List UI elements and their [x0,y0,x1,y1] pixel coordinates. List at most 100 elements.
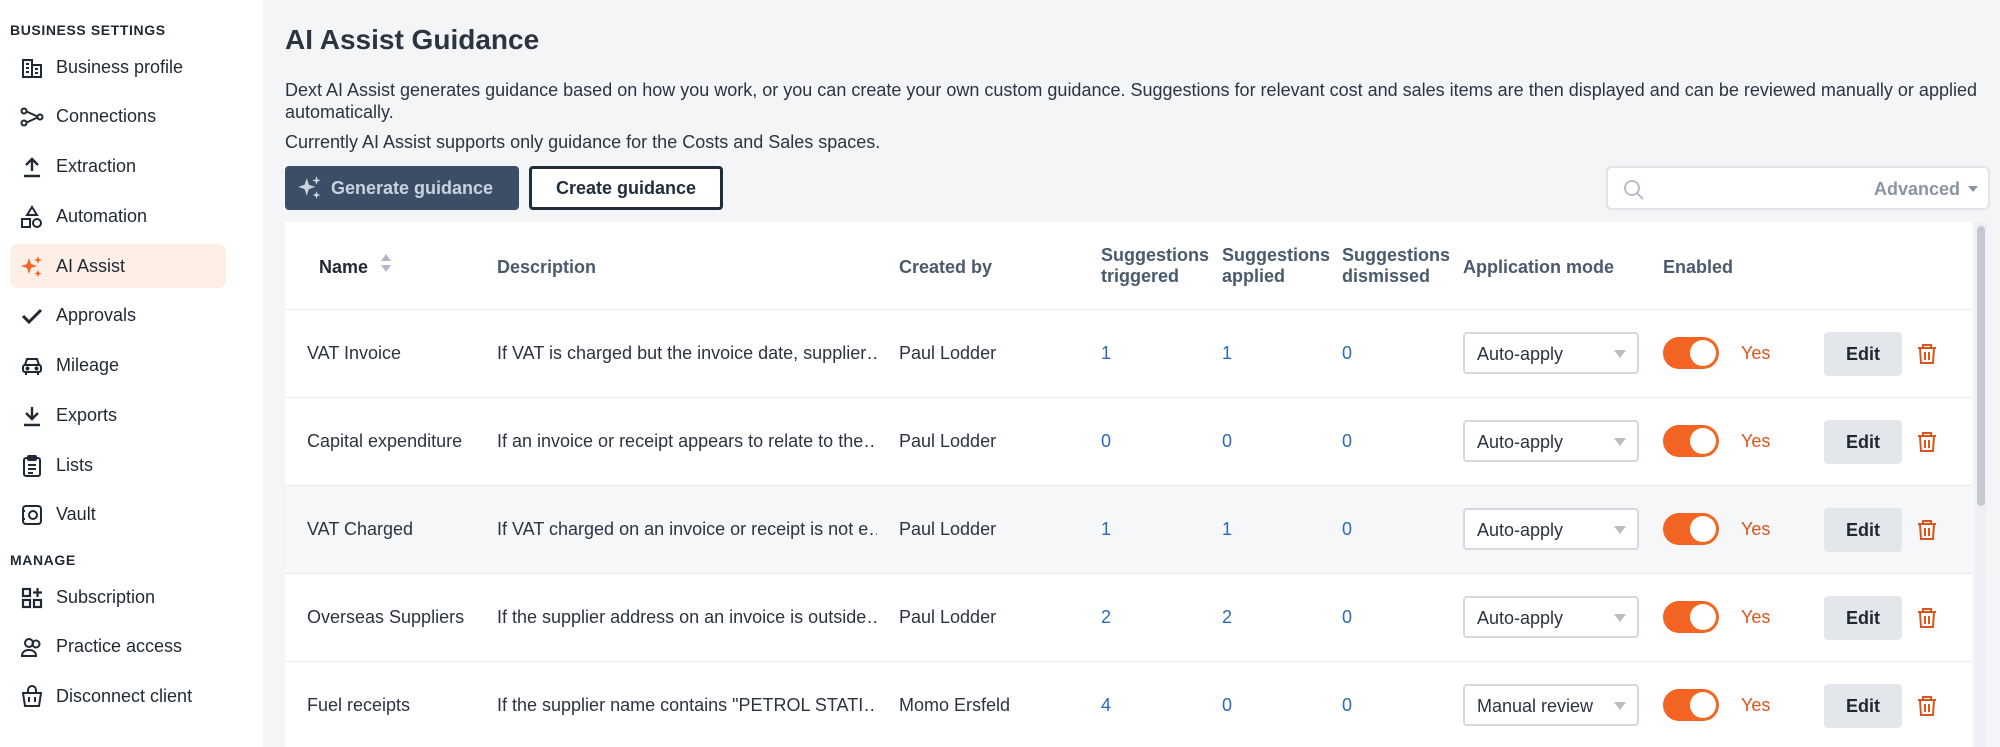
column-header-enabled: Enabled [1663,257,1734,277]
row-description: If VAT is charged but the invoice date, … [497,343,877,363]
chevron-down-icon[interactable] [1966,182,1980,196]
sidebar-item-automation[interactable]: Automation [10,194,226,238]
row-dismissed-link[interactable]: 0 [1342,343,1352,364]
application-mode-value: Auto-apply [1477,344,1564,364]
connections-icon [20,105,44,129]
enabled-toggle[interactable] [1663,425,1719,457]
table-row: Capital expenditure If an invoice or rec… [285,398,1972,486]
sidebar-item-label: Extraction [56,156,137,176]
sidebar-item-subscription[interactable]: Subscription [10,575,226,619]
sidebar-item-label: Exports [56,405,118,425]
edit-button[interactable]: Edit [1824,684,1902,728]
row-name: VAT Invoice [307,343,402,363]
row-description: If an invoice or receipt appears to rela… [497,431,877,451]
trash-icon[interactable] [1915,342,1939,366]
advanced-filter-button[interactable]: Advanced [1874,179,1960,200]
main-content: AI Assist Guidance Dext AI Assist genera… [263,0,2000,747]
sidebar-item-label: Connections [56,106,157,126]
edit-button[interactable]: Edit [1824,596,1902,640]
row-name: Overseas Suppliers [307,607,465,627]
row-created-by: Momo Ersfeld [899,695,1011,715]
column-header-description: Description [497,257,597,277]
column-header-line: Suggestions [1222,245,1331,265]
row-dismissed-link[interactable]: 0 [1342,519,1352,540]
row-dismissed-link[interactable]: 0 [1342,695,1352,716]
enabled-label: Yes [1741,695,1771,715]
users-icon [20,635,44,659]
edit-button[interactable]: Edit [1824,332,1902,376]
clipboard-icon [20,454,44,478]
sort-icon[interactable] [379,252,393,274]
download-icon [20,404,44,428]
sidebar-item-business-profile[interactable]: Business profile [10,45,226,89]
enabled-label: Yes [1741,343,1771,363]
row-description: If VAT charged on an invoice or receipt … [497,519,877,539]
toggle-knob [1690,428,1716,454]
trash-icon[interactable] [1915,430,1939,454]
row-applied-link[interactable]: 1 [1222,519,1232,540]
sidebar-item-approvals[interactable]: Approvals [10,293,226,337]
column-header-triggered: Suggestions triggered [1101,245,1209,287]
table-scrollbar[interactable] [1975,222,1987,747]
business-icon [20,56,44,80]
row-triggered-link[interactable]: 1 [1101,519,1111,540]
scrollbar-thumb[interactable] [1977,226,1985,506]
check-icon [20,304,44,328]
row-dismissed-link[interactable]: 0 [1342,431,1352,452]
row-triggered-link[interactable]: 0 [1101,431,1111,452]
create-guidance-label: Create guidance [555,177,697,198]
application-mode-select[interactable]: Auto-apply [1463,596,1639,638]
sidebar-item-lists[interactable]: Lists [10,443,226,487]
sidebar-item-label: Subscription [56,587,156,607]
column-header-line: Suggestions [1101,245,1210,265]
sidebar-item-ai-assist[interactable]: AI Assist [10,244,226,288]
application-mode-select[interactable]: Auto-apply [1463,332,1639,374]
application-mode-value: Auto-apply [1477,432,1564,452]
enabled-toggle[interactable] [1663,689,1719,721]
enabled-label: Yes [1741,607,1771,627]
application-mode-value: Auto-apply [1477,608,1564,628]
application-mode-select[interactable]: Auto-apply [1463,508,1639,550]
create-guidance-button[interactable]: Create guidance [529,166,723,210]
sidebar-item-disconnect-client[interactable]: Disconnect client [10,674,226,718]
sparkle-icon [298,176,321,199]
column-header-created-by: Created by [899,257,993,277]
generate-guidance-button[interactable]: Generate guidance [285,166,519,210]
upload-icon [20,155,44,179]
sidebar-item-extraction[interactable]: Extraction [10,144,226,188]
sidebar-item-label: AI Assist [56,256,126,276]
row-applied-link[interactable]: 0 [1222,431,1232,452]
sidebar-item-practice-access[interactable]: Practice access [10,624,226,668]
search-input[interactable] [1654,176,1854,200]
column-header-line: applied [1222,266,1286,286]
sidebar-item-vault[interactable]: Vault [10,492,226,536]
row-applied-link[interactable]: 1 [1222,343,1232,364]
row-applied-link[interactable]: 2 [1222,607,1232,628]
sidebar-item-label: Practice access [56,636,183,656]
row-triggered-link[interactable]: 4 [1101,695,1111,716]
column-header-name[interactable]: Name [319,257,368,278]
edit-button[interactable]: Edit [1824,420,1902,464]
row-triggered-link[interactable]: 1 [1101,343,1111,364]
enabled-label: Yes [1741,431,1771,451]
row-description: If the supplier name contains "PETROL ST… [497,695,877,715]
enabled-toggle[interactable] [1663,513,1719,545]
trash-icon[interactable] [1915,606,1939,630]
toggle-knob [1690,692,1716,718]
enabled-toggle[interactable] [1663,601,1719,633]
row-created-by: Paul Lodder [899,519,997,539]
application-mode-select[interactable]: Auto-apply [1463,420,1639,462]
edit-button[interactable]: Edit [1824,508,1902,552]
enabled-toggle[interactable] [1663,337,1719,369]
chevron-down-icon [1614,350,1626,358]
sidebar-item-connections[interactable]: Connections [10,94,226,138]
row-triggered-link[interactable]: 2 [1101,607,1111,628]
sidebar-item-mileage[interactable]: Mileage [10,343,226,387]
application-mode-select[interactable]: Manual review [1463,684,1639,726]
trash-icon[interactable] [1915,518,1939,542]
table-row: Overseas Suppliers If the supplier addre… [285,574,1972,662]
row-dismissed-link[interactable]: 0 [1342,607,1352,628]
sidebar-item-exports[interactable]: Exports [10,393,226,437]
row-applied-link[interactable]: 0 [1222,695,1232,716]
trash-icon[interactable] [1915,694,1939,718]
